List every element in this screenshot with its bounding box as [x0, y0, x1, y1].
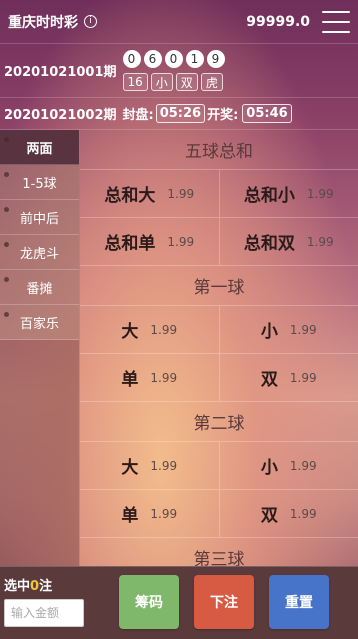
dot-icon	[4, 277, 9, 282]
sidebar-item-label: 百家乐	[19, 316, 59, 332]
ball-row: 0 6 0 1 9	[122, 50, 225, 68]
bet-row: 单 1.99 双 1.99	[80, 490, 358, 538]
bet-row: 大 1.99 小 1.99	[80, 442, 358, 490]
sidebar-item-label: 番摊	[26, 281, 53, 297]
dot-icon	[4, 172, 9, 177]
sidebar-item-label: 1-5球	[22, 176, 57, 192]
sidebar-item-1-5-ball[interactable]: 1-5球	[0, 165, 79, 200]
option-odds: 1.99	[167, 234, 195, 249]
top-bar: 重庆时时彩 i 99999.0	[0, 0, 358, 44]
option-odds: 1.99	[167, 186, 195, 201]
result-ball: 0	[164, 50, 183, 68]
bet-footer: 选中0注 筹码 下注 重置	[0, 566, 358, 639]
place-bet-button[interactable]: 下注	[194, 575, 254, 629]
result-ball: 9	[206, 50, 225, 68]
sidebar-item-dragon-tiger[interactable]: 龙虎斗	[0, 235, 79, 270]
draw-result: 0 6 0 1 9 16 小 双 虎	[122, 50, 225, 91]
next-draw: 20201021002期 封盘: 05:26 开奖: 05:46	[0, 98, 358, 130]
balance: 99999.0	[246, 13, 310, 30]
sidebar-item-label: 两面	[26, 141, 53, 157]
sidebar-item-fantan[interactable]: 番摊	[0, 270, 79, 305]
close-time: 05:26	[155, 104, 206, 123]
result-ball: 0	[122, 50, 141, 68]
close-label: 封盘:	[122, 108, 154, 123]
bet-option[interactable]: 单 1.99	[80, 354, 219, 401]
sidebar-item-label: 龙虎斗	[19, 246, 59, 262]
section-title: 第一球	[80, 266, 358, 306]
result-ball: 6	[143, 50, 162, 68]
result-tag: 16	[122, 73, 148, 91]
dot-icon	[4, 137, 9, 142]
game-title: 重庆时时彩	[8, 14, 78, 31]
bet-option[interactable]: 单 1.99	[80, 490, 219, 537]
info-icon[interactable]: i	[84, 15, 97, 28]
result-ball: 1	[185, 50, 204, 68]
dot-icon	[4, 242, 9, 247]
selection-summary: 选中0注	[4, 575, 52, 594]
bet-option[interactable]: 大 1.99	[80, 442, 219, 489]
option-odds: 1.99	[306, 234, 334, 249]
selected-count: 0	[30, 579, 40, 594]
dot-icon	[4, 312, 9, 317]
amount-input[interactable]	[4, 599, 84, 627]
selected-suffix: 注	[39, 579, 53, 594]
option-name: 单	[121, 506, 139, 526]
draw-period: 20201021001期	[4, 65, 117, 80]
option-name: 总和大	[104, 186, 156, 206]
option-odds: 1.99	[150, 458, 178, 473]
selected-prefix: 选中	[4, 579, 31, 594]
result-tag: 小	[150, 73, 173, 91]
option-odds: 1.99	[289, 322, 317, 337]
dot-icon	[4, 207, 9, 212]
bet-option[interactable]: 双 1.99	[218, 490, 358, 537]
reset-button[interactable]: 重置	[269, 575, 329, 629]
option-name: 总和小	[243, 186, 295, 206]
bet-option[interactable]: 总和小 1.99	[218, 170, 358, 217]
sidebar-item-label: 前中后	[19, 211, 59, 227]
sidebar-item-front-mid-back[interactable]: 前中后	[0, 200, 79, 235]
bet-option[interactable]: 小 1.99	[218, 442, 358, 489]
option-odds: 1.99	[306, 186, 334, 201]
option-name: 双	[260, 370, 278, 390]
bet-row: 总和单 1.99 总和双 1.99	[80, 218, 358, 266]
section-title: 五球总和	[80, 130, 358, 170]
bet-option[interactable]: 小 1.99	[218, 306, 358, 353]
open-time: 05:46	[242, 104, 292, 123]
bet-row: 单 1.99 双 1.99	[80, 354, 358, 402]
option-name: 总和双	[243, 234, 295, 254]
option-name: 单	[121, 370, 139, 390]
chips-button[interactable]: 筹码	[119, 575, 179, 629]
bet-option[interactable]: 总和双 1.99	[218, 218, 358, 265]
option-odds: 1.99	[150, 370, 178, 385]
option-name: 大	[121, 458, 139, 478]
menu-icon[interactable]	[322, 10, 350, 33]
bet-option[interactable]: 双 1.99	[218, 354, 358, 401]
result-tag: 虎	[200, 73, 223, 91]
section-title: 第二球	[80, 402, 358, 442]
option-odds: 1.99	[289, 506, 317, 521]
bet-option[interactable]: 总和大 1.99	[80, 170, 219, 217]
option-odds: 1.99	[289, 370, 317, 385]
result-tag: 双	[175, 73, 198, 91]
option-odds: 1.99	[150, 506, 178, 521]
category-sidebar: 两面 1-5球 前中后 龙虎斗 番摊 百家乐	[0, 130, 80, 566]
option-name: 总和单	[104, 234, 156, 254]
open-label: 开奖:	[207, 108, 239, 123]
sidebar-item-baccarat[interactable]: 百家乐	[0, 305, 79, 340]
bet-option[interactable]: 总和单 1.99	[80, 218, 219, 265]
option-name: 小	[260, 458, 278, 478]
option-odds: 1.99	[150, 322, 178, 337]
bet-option[interactable]: 大 1.99	[80, 306, 219, 353]
option-name: 大	[121, 322, 139, 342]
option-odds: 1.99	[289, 458, 317, 473]
tag-row: 16 小 双 虎	[122, 73, 225, 91]
bet-row: 大 1.99 小 1.99	[80, 306, 358, 354]
bet-options: 五球总和 总和大 1.99 总和小 1.99 总和单 1.99 总和双 1.99…	[80, 130, 358, 578]
next-period: 20201021002期	[4, 108, 117, 123]
last-draw: 20201021001期 0 6 0 1 9 16 小 双 虎	[0, 44, 358, 98]
sidebar-item-liangmian[interactable]: 两面	[0, 130, 79, 165]
option-name: 双	[260, 506, 278, 526]
bet-row: 总和大 1.99 总和小 1.99	[80, 170, 358, 218]
option-name: 小	[260, 322, 278, 342]
